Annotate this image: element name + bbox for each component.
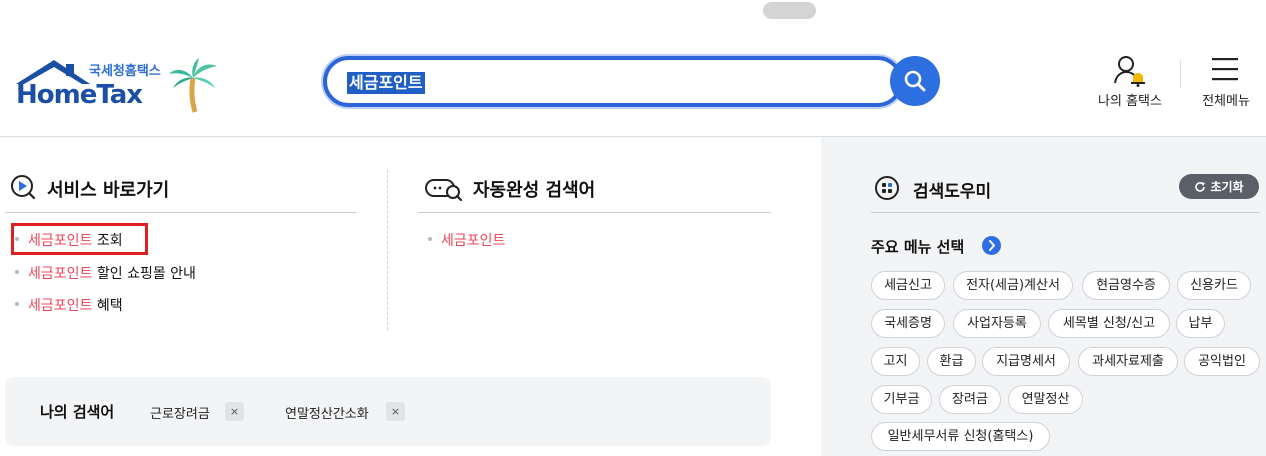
bullet <box>428 237 432 241</box>
site-header: 국세청홈택스 HomeTax 세금포인트 나의 홈택스 전체메뉴 <box>0 0 1266 137</box>
logo-subtitle: 국세청홈택스 <box>89 64 161 79</box>
menu-chip[interactable]: 환급 <box>927 347 976 376</box>
section-divider <box>418 212 771 213</box>
highlight-text: 세금포인트 <box>441 233 506 249</box>
header-divider <box>1180 60 1181 88</box>
hamburger-menu-icon <box>1212 58 1238 81</box>
all-menu-button[interactable]: 전체메뉴 <box>1196 55 1256 115</box>
menu-chip[interactable]: 공익법인 <box>1184 347 1260 376</box>
user-bell-icon <box>1114 56 1145 87</box>
bullet <box>15 302 19 306</box>
remove-recent-button[interactable]: × <box>386 402 405 421</box>
menu-chip[interactable]: 신용카드 <box>1177 271 1251 300</box>
menu-chip[interactable]: 일반세무서류 신청(홈택스) <box>871 422 1050 451</box>
menu-chip[interactable]: 과세자료제출 <box>1078 347 1178 376</box>
service-shortcut-item[interactable]: 세금포인트 혜택 <box>15 295 123 315</box>
menu-chip[interactable]: 고지 <box>871 347 920 376</box>
recent-searches-title: 나의 검색어 <box>40 403 115 421</box>
reset-button[interactable]: 초기화 <box>1179 174 1259 199</box>
menu-chip[interactable]: 장려금 <box>939 385 1001 414</box>
menu-chip[interactable]: 현금영수증 <box>1082 271 1170 300</box>
all-menu-label: 전체메뉴 <box>1202 94 1250 109</box>
play-circle-icon <box>11 175 36 200</box>
recent-search-item[interactable]: 연말정산간소화 <box>285 403 369 422</box>
item-text: 혜택 <box>92 298 123 314</box>
menu-chip[interactable]: 세목별 신청/신고 <box>1048 309 1170 338</box>
column-divider <box>387 170 388 330</box>
menu-chip[interactable]: 지급명세서 <box>982 347 1070 376</box>
hometax-logo[interactable]: 국세청홈택스 HomeTax <box>14 54 224 114</box>
reset-label: 초기화 <box>1210 180 1244 194</box>
autocomplete-title: 자동완성 검색어 <box>473 180 596 201</box>
menu-chip[interactable]: 납부 <box>1176 309 1225 338</box>
refresh-icon <box>1195 181 1206 192</box>
search-input[interactable]: 세금포인트 <box>347 72 425 94</box>
menu-chip[interactable]: 세금신고 <box>871 271 945 300</box>
search-helper-panel: 검색도우미 초기화 주요 메뉴 선택 세금신고 전자(세금)계산서 현금영수증 … <box>821 137 1266 456</box>
search-icon <box>904 70 926 92</box>
annotation-highlight-box <box>11 223 148 255</box>
main-menu-select-label: 주요 메뉴 선택 <box>871 238 965 256</box>
section-divider <box>5 212 356 213</box>
menu-chip[interactable]: 연말정산 <box>1008 385 1083 414</box>
service-shortcuts-title: 서비스 바로가기 <box>47 180 170 201</box>
menu-chip[interactable]: 전자(세금)계산서 <box>953 271 1073 300</box>
menu-chip[interactable]: 국세증명 <box>871 309 945 338</box>
my-hometax-label: 나의 홈택스 <box>1098 94 1162 109</box>
highlight-text: 세금포인트 <box>28 266 93 282</box>
highlight-text: 세금포인트 <box>28 298 93 314</box>
my-hometax-button[interactable]: 나의 홈택스 <box>1090 55 1170 115</box>
menu-chip[interactable]: 기부금 <box>871 385 932 414</box>
search-box[interactable]: 세금포인트 <box>323 56 903 107</box>
bullet <box>15 270 19 274</box>
item-text: 할인 쇼핑몰 안내 <box>92 266 196 282</box>
menu-chip[interactable]: 사업자등록 <box>953 309 1041 338</box>
search-bubble-icon <box>425 179 463 202</box>
remove-recent-button[interactable]: × <box>225 402 244 421</box>
palm-tree-icon <box>169 58 217 113</box>
service-shortcut-item[interactable]: 세금포인트 할인 쇼핑몰 안내 <box>15 263 196 283</box>
helper-divider <box>871 212 1260 213</box>
search-button[interactable] <box>890 56 940 106</box>
recent-search-item[interactable]: 근로장려금 <box>150 403 210 422</box>
autocomplete-item[interactable]: 세금포인트 <box>428 230 505 250</box>
grid-circle-icon <box>875 176 899 200</box>
search-helper-title: 검색도우미 <box>913 182 992 202</box>
chevron-right-icon[interactable] <box>982 236 1001 255</box>
logo-title: HomeTax <box>16 80 143 110</box>
recent-searches-panel: 나의 검색어 근로장려금 × 연말정산간소화 × <box>5 377 771 446</box>
